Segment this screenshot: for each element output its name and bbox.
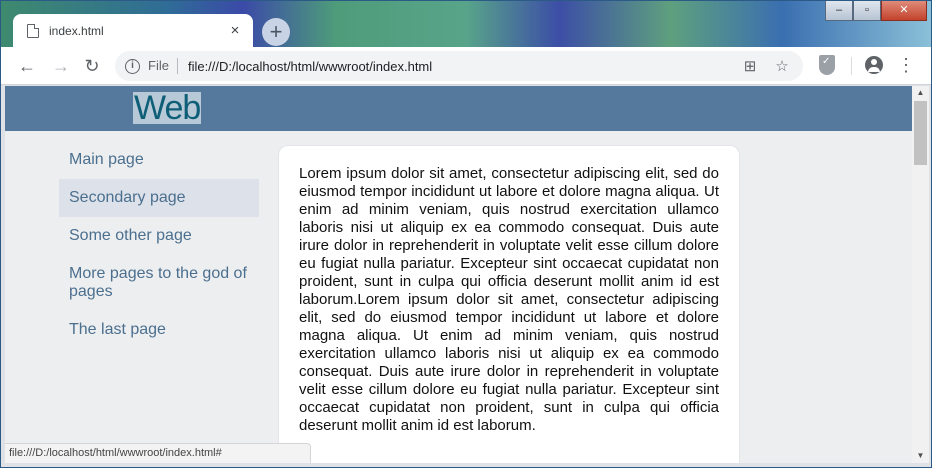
- extension-shield-icon[interactable]: [819, 55, 835, 75]
- account-icon[interactable]: [865, 56, 883, 74]
- nav-item-secondary-page[interactable]: Secondary page: [59, 179, 259, 217]
- nav-item-more-pages[interactable]: More pages to the god of pages: [59, 255, 259, 311]
- nav-item-main-page[interactable]: Main page: [59, 141, 259, 179]
- maximize-button[interactable]: ▫: [853, 1, 881, 21]
- browser-window: index.html × + – ▫ ✕ ← → ↻ i File file:/…: [0, 0, 932, 468]
- forward-button[interactable]: →: [50, 55, 72, 77]
- site-nav: Main page Secondary page Some other page…: [59, 141, 259, 349]
- menu-icon[interactable]: ⋮: [897, 55, 915, 75]
- site-info-icon[interactable]: i: [125, 58, 140, 74]
- back-button[interactable]: ←: [16, 55, 38, 77]
- nav-item-some-other-page[interactable]: Some other page: [59, 217, 259, 255]
- site-logo[interactable]: Web: [133, 91, 201, 125]
- tab-strip: index.html × + – ▫ ✕: [1, 1, 931, 48]
- translate-icon[interactable]: ⊞: [741, 57, 759, 75]
- content-card: Lorem ipsum dolor sit amet, consectetur …: [278, 145, 740, 463]
- url-text[interactable]: file:///D:/localhost/html/wwwroot/index.…: [188, 59, 432, 74]
- window-controls: – ▫ ✕: [825, 1, 927, 21]
- scrollbar-thumb[interactable]: [914, 101, 927, 165]
- reload-button[interactable]: ↻: [81, 55, 103, 77]
- tab-close-icon[interactable]: ×: [227, 23, 243, 39]
- page-icon: [27, 24, 39, 38]
- site-header: Web: [5, 86, 912, 131]
- new-tab-button[interactable]: +: [262, 18, 290, 46]
- scroll-up-arrow-icon[interactable]: ▲: [912, 86, 929, 100]
- content-text: Lorem ipsum dolor sit amet, consectetur …: [299, 165, 719, 434]
- page-viewport: Web Main page Secondary page Some other …: [5, 86, 912, 463]
- tab-index[interactable]: index.html ×: [13, 14, 253, 48]
- omnibox-actions: ⊞ ☆: [741, 57, 791, 75]
- vertical-scrollbar[interactable]: ▲ ▼: [912, 86, 929, 463]
- scheme-label: File: [148, 58, 178, 74]
- nav-item-last-page[interactable]: The last page: [59, 311, 259, 349]
- minimize-button[interactable]: –: [825, 1, 853, 21]
- tab-title: index.html: [49, 24, 104, 38]
- bookmark-star-icon[interactable]: ☆: [773, 57, 791, 75]
- status-bubble: file:///D:/localhost/html/wwwroot/index.…: [5, 443, 311, 463]
- browser-toolbar: ← → ↻ i File file:///D:/localhost/html/w…: [1, 47, 931, 85]
- address-bar[interactable]: i File file:///D:/localhost/html/wwwroot…: [115, 51, 803, 81]
- close-window-button[interactable]: ✕: [881, 1, 927, 21]
- toolbar-divider: [851, 57, 852, 75]
- scroll-down-arrow-icon[interactable]: ▼: [912, 449, 929, 463]
